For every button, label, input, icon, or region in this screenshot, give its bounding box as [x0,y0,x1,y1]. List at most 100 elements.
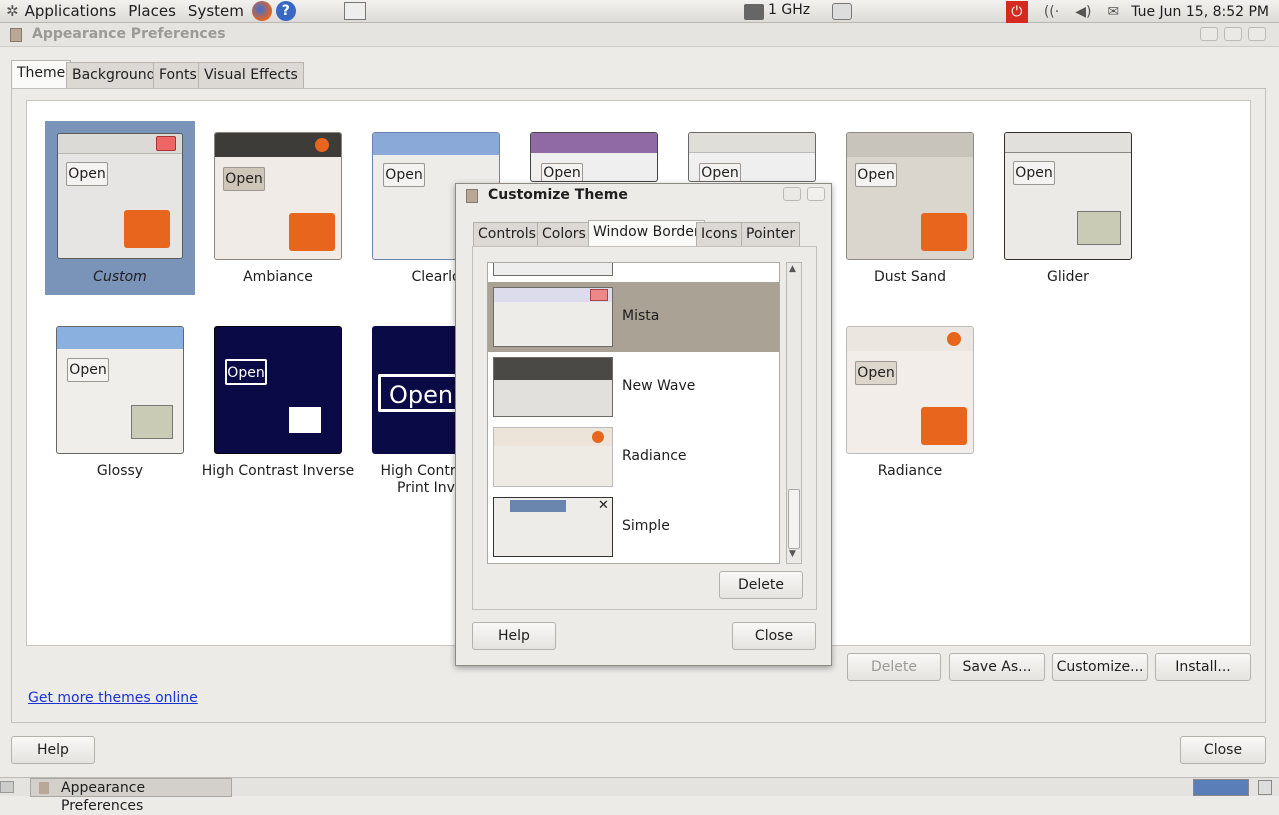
preview-folder-icon [289,213,335,251]
theme-high-contrast-inverse[interactable]: Open High Contrast Inverse [202,326,354,496]
taskbar-item-label: Appearance Preferences [61,780,146,814]
close-window-button[interactable] [1248,27,1266,41]
theme-custom[interactable]: Open Custom [45,121,195,295]
tab-controls[interactable]: Controls [473,222,541,246]
theme-dust-sand[interactable]: Open Dust Sand [845,132,975,285]
volume-icon[interactable]: ◀) [1075,4,1091,20]
system-menu[interactable]: System [182,0,250,23]
save-as-button[interactable]: Save As... [949,653,1045,681]
theme-preview-close-icon [315,138,329,152]
app-icon [39,782,49,794]
item-label: Simple [622,518,670,534]
scroll-thumb[interactable] [788,489,800,549]
bottom-taskbar: Appearance Preferences [0,777,1279,814]
dialog-help-button[interactable]: Help [472,622,556,650]
places-menu[interactable]: Places [122,0,182,23]
preview-close-icon [592,431,604,443]
preview-open-button: Open [66,162,108,186]
close-button[interactable]: Close [1180,736,1266,764]
tab-visual-effects[interactable]: Visual Effects [198,62,304,88]
wifi-icon[interactable]: ((· [1044,4,1059,20]
screenshot-icon[interactable] [343,2,366,20]
mail-icon[interactable]: ✉ [1107,4,1119,20]
tab-background[interactable]: Background [66,62,162,88]
help-button[interactable]: Help [11,736,95,764]
tab-fonts[interactable]: Fonts [153,62,203,88]
window-border-list[interactable]: Mista New Wave Radiance ✕ Simple [487,262,780,564]
theme-radiance[interactable]: Open Radiance [845,326,975,479]
dialog-maximize-button[interactable] [783,187,801,201]
list-item-partial[interactable] [493,263,613,276]
tab-pointer[interactable]: Pointer [741,222,801,246]
maximize-button[interactable] [1224,27,1242,41]
theme-hidden-1[interactable]: Open [529,132,659,182]
power-icon[interactable]: ⏻ [1005,0,1028,23]
workspace-switcher[interactable] [1193,779,1249,796]
preview-folder-icon [1077,211,1121,245]
dialog-title: Customize Theme [488,187,628,203]
item-label: Radiance [622,448,687,464]
dialog-close-window-button[interactable] [807,187,825,201]
cpu-icon [744,4,764,20]
theme-glossy[interactable]: Open Glossy [55,326,185,479]
preview-folder-icon [921,213,967,251]
item-label: Mista [622,308,660,324]
theme-preview: Open [1004,132,1132,260]
theme-preview: Open [688,132,816,182]
top-panel: ✲ Applications Places System ? 1 GHz ⏻ (… [0,0,1279,23]
scroll-up-arrow-icon[interactable]: ▲ [789,264,796,274]
cpu-frequency: 1 GHz [768,2,811,18]
border-preview [493,357,613,417]
theme-preview: Open [214,132,342,260]
preview-folder-icon [289,407,321,433]
theme-preview-close-icon [156,136,176,151]
dialog-close-button[interactable]: Close [732,622,816,650]
theme-name: Glider [1047,269,1089,285]
window-titlebar: Appearance Preferences [0,23,1279,47]
theme-preview: Open [530,132,658,182]
window-border-panel: Mista New Wave Radiance ✕ Simple ▲ ▼ Del… [472,246,817,610]
theme-name: High Contrast Inverse [201,463,355,479]
list-item-mista[interactable]: Mista [488,282,779,352]
trash-icon[interactable] [1258,780,1272,795]
help-icon[interactable]: ? [275,1,296,21]
tab-window-border[interactable]: Window Border [588,220,705,248]
list-item-simple[interactable]: ✕ Simple [488,492,779,562]
delete-theme-button[interactable]: Delete [847,653,941,681]
preview-folder-icon [921,407,967,445]
theme-preview: Open [846,132,974,260]
theme-preview-close-icon [947,332,961,346]
preview-open-button: Open [225,359,267,385]
border-preview: ✕ [493,497,613,557]
tab-icons[interactable]: Icons [696,222,743,246]
gnome-foot-icon[interactable]: ✲ [6,2,19,20]
border-preview [493,427,613,487]
theme-name: Dust Sand [873,269,947,285]
customize-button[interactable]: Customize... [1052,653,1148,681]
dialog-delete-button[interactable]: Delete [719,571,803,599]
scroll-down-arrow-icon[interactable]: ▼ [789,549,796,559]
theme-ambiance[interactable]: Open Ambiance [213,132,343,285]
applications-menu[interactable]: Applications [19,0,123,23]
taskbar-item[interactable]: Appearance Preferences [30,778,232,814]
camera-icon[interactable] [832,3,852,20]
show-desktop-icon[interactable] [0,781,14,793]
preview-open-button: Open [223,167,265,191]
get-more-themes-link[interactable]: Get more themes online [28,690,198,706]
preview-open-button: Open [378,374,464,412]
theme-name: Radiance [877,463,943,479]
clock[interactable]: Tue Jun 15, 8:52 PM [1131,4,1269,20]
list-item-new-wave[interactable]: New Wave [488,352,779,422]
install-button[interactable]: Install... [1155,653,1251,681]
theme-glider[interactable]: Open Glider [1003,132,1133,285]
theme-hidden-2[interactable]: Open [687,132,817,182]
preview-close-icon: ✕ [598,498,609,513]
tab-colors[interactable]: Colors [537,222,591,246]
firefox-icon[interactable] [251,1,272,21]
minimize-button[interactable] [1200,27,1218,41]
tab-theme[interactable]: Theme [11,60,72,89]
theme-name: Custom [93,269,147,285]
list-scrollbar[interactable]: ▲ ▼ [786,262,802,564]
theme-name: Glossy [96,463,144,479]
list-item-radiance[interactable]: Radiance [488,422,779,492]
